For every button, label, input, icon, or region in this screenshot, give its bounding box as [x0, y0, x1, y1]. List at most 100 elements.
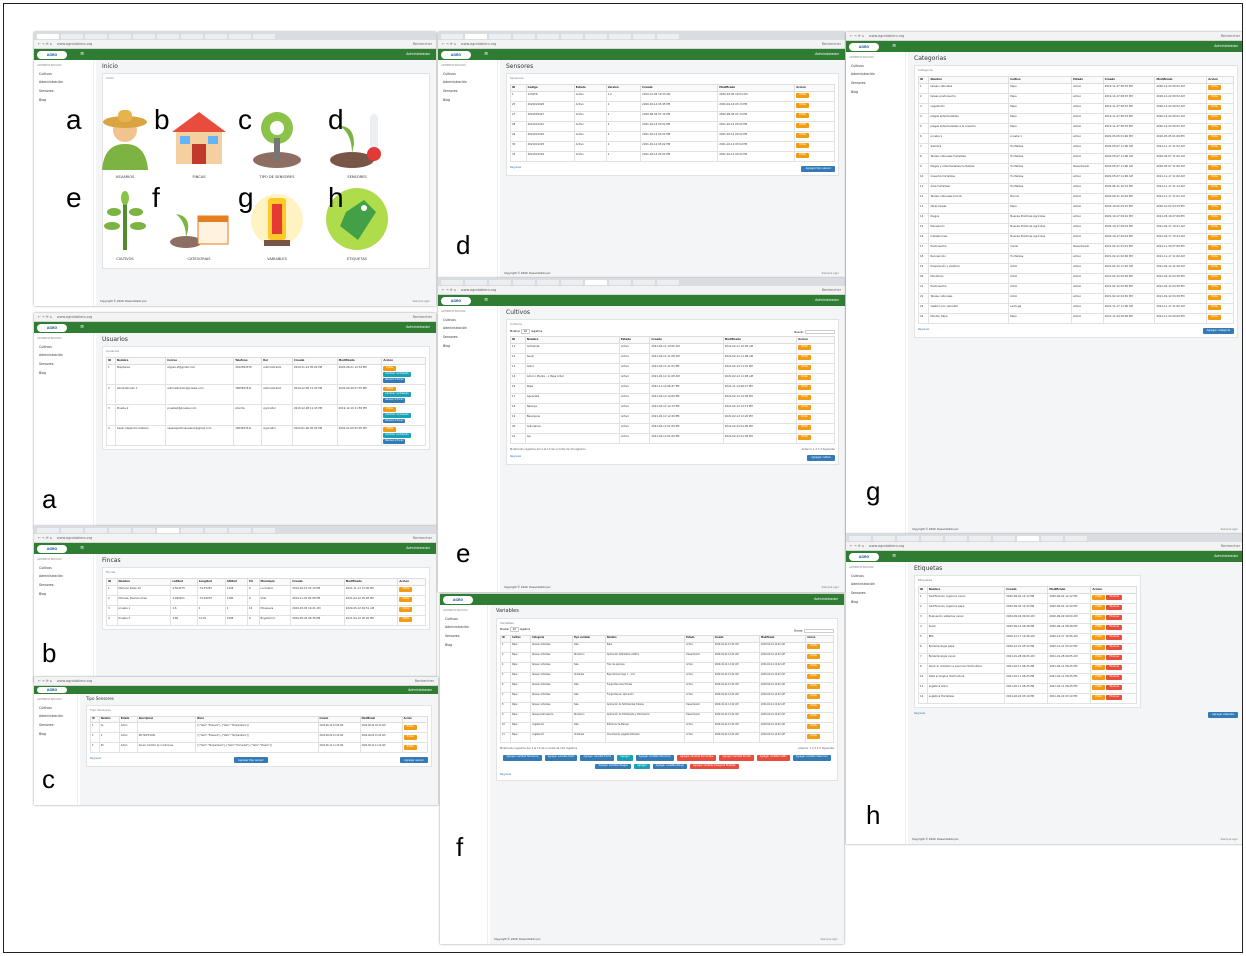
- column-header[interactable]: Accion: [1206, 75, 1234, 84]
- tile-tipo-de-sensores[interactable]: TIPO DE SENSORES: [242, 104, 312, 182]
- column-header[interactable]: Latitud: [170, 577, 198, 586]
- logo[interactable]: AGRO: [441, 296, 471, 305]
- menu-icon[interactable]: ≡: [484, 51, 488, 57]
- add-variable-button[interactable]: Agregar variable Rango: [652, 763, 687, 770]
- url-bar[interactable]: ← → ⟳ ⌂ www.agrotablero.org Rechercher: [34, 313, 436, 322]
- admin-menu[interactable]: Administrador: [408, 688, 432, 692]
- search-input[interactable]: [805, 329, 835, 334]
- edit-button[interactable]: Editar: [798, 365, 812, 371]
- column-header[interactable]: Creado: [640, 83, 719, 92]
- logo[interactable]: AGRO: [849, 42, 879, 51]
- edit-button[interactable]: Editar: [798, 375, 812, 381]
- sidebar-item-cultivos[interactable]: Cultivos: [37, 343, 90, 352]
- sidebar-item-sensores[interactable]: Sensores: [441, 88, 494, 97]
- column-header[interactable]: ID: [106, 577, 118, 586]
- column-header[interactable]: Correo: [165, 356, 235, 365]
- admin-menu[interactable]: Administrador: [1214, 554, 1238, 558]
- delete-button[interactable]: Eliminar: [1106, 595, 1123, 601]
- sidebar-item-blog[interactable]: Blog: [37, 369, 90, 378]
- column-header[interactable]: Nombre: [98, 715, 120, 724]
- edit-button[interactable]: Editar: [796, 103, 810, 109]
- add-variable-button[interactable]: Agregar: [634, 763, 650, 770]
- edit-button[interactable]: Editar: [807, 724, 821, 729]
- change-password-button[interactable]: Cambiar contraseña: [383, 372, 411, 377]
- column-header[interactable]: ID: [918, 585, 928, 594]
- sidebar-item-sensores[interactable]: Sensores: [443, 633, 484, 642]
- add-tipo-sensor-button[interactable]: Agregar tipo sensor: [234, 757, 268, 764]
- edit-button[interactable]: Editar: [1092, 645, 1106, 651]
- add-cultivo-button[interactable]: Agregar cultivo: [807, 454, 835, 462]
- menu-icon[interactable]: ≡: [484, 297, 488, 303]
- edit-button[interactable]: Editar: [1092, 615, 1106, 621]
- sidebar-item-administracion[interactable]: Administración: [443, 624, 484, 633]
- delete-button[interactable]: Eliminar: [1106, 695, 1123, 701]
- column-header[interactable]: Cultivo: [509, 634, 532, 643]
- back-link[interactable]: Regresar: [918, 328, 930, 334]
- add-variable-button[interactable]: Agregar variable Categoría Multiple: [689, 763, 739, 770]
- add-variable-button[interactable]: Agregar variable Fecha: [580, 754, 615, 761]
- edit-button[interactable]: Editar: [798, 415, 812, 421]
- column-header[interactable]: ID: [510, 335, 526, 344]
- sidebar-item-cultivos[interactable]: Cultivos: [849, 62, 902, 71]
- edit-button[interactable]: Editar: [1208, 255, 1222, 261]
- edit-button[interactable]: Editar: [1208, 235, 1222, 241]
- admin-menu[interactable]: Administrador: [406, 546, 430, 550]
- sidebar-item-cultivos[interactable]: Cultivos: [443, 615, 484, 624]
- add-variable-button[interactable]: Agregar variable Escala: [719, 754, 754, 761]
- add-variable-button[interactable]: Agregar variable Porcentaje: [677, 754, 717, 761]
- column-header[interactable]: Nombre: [116, 577, 172, 586]
- column-header[interactable]: Accion: [1090, 585, 1137, 594]
- view-farms-button[interactable]: Revisar a fincas: [383, 418, 406, 424]
- pagination[interactable]: Anterior 1 2 3 4 Siguiente: [802, 448, 835, 451]
- column-header[interactable]: Accion: [805, 634, 834, 643]
- edit-button[interactable]: Editar: [1208, 135, 1222, 141]
- sidebar-item-blog[interactable]: Blog: [441, 342, 494, 351]
- column-header[interactable]: Longitud: [196, 577, 226, 586]
- column-header[interactable]: Municipio: [258, 577, 292, 586]
- column-header[interactable]: Accion: [794, 83, 835, 92]
- edit-button[interactable]: Editar: [796, 153, 810, 159]
- menu-icon[interactable]: ≡: [80, 324, 84, 330]
- column-header[interactable]: ID: [106, 356, 116, 365]
- tile-usuarios[interactable]: USUARIOS: [90, 104, 160, 182]
- logo[interactable]: AGRO: [37, 687, 67, 693]
- edit-button[interactable]: Editar: [807, 664, 821, 669]
- edit-button[interactable]: Editar: [798, 405, 812, 411]
- edit-button[interactable]: Editar: [1208, 205, 1222, 211]
- column-header[interactable]: Codigo: [525, 83, 575, 92]
- column-header[interactable]: Creado: [290, 577, 345, 586]
- sidebar-item-sensores[interactable]: Sensores: [37, 88, 90, 97]
- edit-button[interactable]: Editar: [399, 587, 413, 593]
- edit-button[interactable]: Editar: [1092, 675, 1106, 681]
- sidebar-item-blog[interactable]: Blog: [37, 96, 90, 105]
- delete-button[interactable]: Eliminar: [1106, 675, 1123, 681]
- back-link[interactable]: Regresar: [510, 455, 522, 461]
- logo[interactable]: AGRO: [443, 595, 473, 604]
- column-header[interactable]: Accion: [397, 577, 426, 586]
- pagination[interactable]: Anterior 1 2 3 4 5 Siguiente: [798, 747, 834, 750]
- column-header[interactable]: Modificado: [1154, 75, 1208, 84]
- search-input[interactable]: [804, 628, 834, 633]
- edit-button[interactable]: Editar: [1092, 655, 1106, 661]
- menu-icon[interactable]: ≡: [892, 43, 896, 49]
- logo[interactable]: AGRO: [849, 552, 879, 561]
- column-header[interactable]: Modificado: [722, 335, 798, 344]
- tile-categorias[interactable]: CATEGORIAS: [164, 186, 234, 264]
- url-bar[interactable]: ← → ⟳ ⌂ www.agrotablero.org Rechercher: [34, 534, 436, 543]
- column-header[interactable]: Cultivo: [1008, 75, 1073, 84]
- edit-button[interactable]: Editar: [399, 617, 413, 623]
- column-header[interactable]: Creado: [292, 356, 338, 365]
- column-header[interactable]: Creado: [1102, 75, 1156, 84]
- view-farms-button[interactable]: Revisar a fincas: [383, 377, 406, 383]
- sidebar-item-sensores[interactable]: Sensores: [441, 334, 494, 343]
- tile-fincas[interactable]: FINCAS: [164, 104, 234, 182]
- edit-button[interactable]: Editar: [807, 704, 821, 709]
- admin-menu[interactable]: Administrador: [406, 325, 430, 329]
- edit-button[interactable]: Editar: [796, 133, 810, 139]
- add-sensor-button[interactable]: Agregar tipo sensor: [801, 165, 835, 172]
- sidebar-item-administracion[interactable]: Administración: [37, 713, 74, 722]
- column-header[interactable]: Nombre: [928, 75, 1010, 84]
- column-header[interactable]: Modificado: [359, 715, 403, 724]
- delete-button[interactable]: Eliminar: [1106, 625, 1123, 631]
- sidebar-item-administracion[interactable]: Administración: [849, 71, 902, 80]
